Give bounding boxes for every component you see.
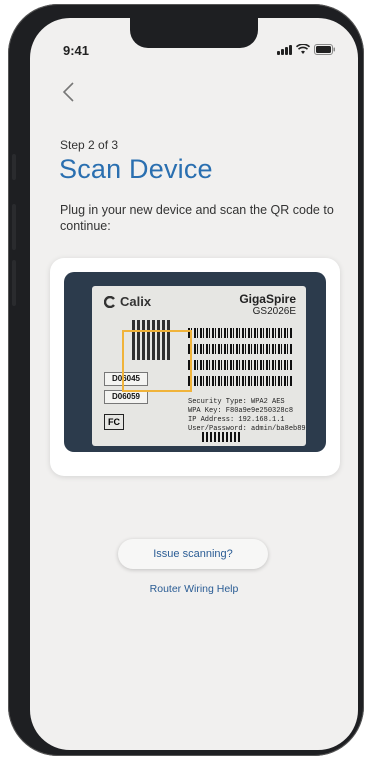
security-line: Security Type: WPA2 AES xyxy=(188,398,285,406)
barcode xyxy=(188,344,292,354)
fcc-logo-icon: FC xyxy=(104,414,124,430)
scanner-card: Calix GigaSpire GS2026E D06045 D06059 Se… xyxy=(50,258,340,476)
device-brand: Calix xyxy=(120,294,152,309)
camera-preview[interactable]: Calix GigaSpire GS2026E D06045 D06059 Se… xyxy=(64,272,326,452)
security-line: WPA Key: F80a9e9e250328c8 xyxy=(188,407,294,415)
mute-switch xyxy=(12,154,16,180)
step-indicator: Step 2 of 3 xyxy=(60,138,119,152)
calix-logo-icon xyxy=(104,296,115,308)
volume-up-button xyxy=(12,204,16,250)
volume-down-button xyxy=(12,260,16,306)
page-title: Scan Device xyxy=(59,154,213,184)
device-model-number: GS2026E xyxy=(252,306,296,317)
security-line: IP Address: 192.168.1.1 xyxy=(188,416,285,424)
barcode xyxy=(202,432,242,442)
issue-scanning-button[interactable]: Issue scanning? xyxy=(118,539,268,569)
barcode xyxy=(188,328,292,338)
device-model: GigaSpire GS2026E xyxy=(239,292,296,317)
barcode xyxy=(188,376,292,386)
notch xyxy=(130,18,258,48)
scan-target-frame xyxy=(122,330,192,392)
phone-frame: 9:41 Step 2 of 3 Scan Device Plug in you… xyxy=(8,4,364,756)
battery-icon xyxy=(314,44,335,55)
signal-icon xyxy=(277,44,292,55)
security-info: Security Type: WPA2 AES WPA Key: F80a9e9… xyxy=(188,398,306,434)
instructions-text: Plug in your new device and scan the QR … xyxy=(60,203,334,233)
back-arrow-icon[interactable] xyxy=(60,80,78,104)
barcode xyxy=(188,360,292,370)
app-screen: 9:41 Step 2 of 3 Scan Device Plug in you… xyxy=(30,18,358,750)
device-code-bottom: D06059 xyxy=(104,390,148,404)
wifi-icon xyxy=(296,44,310,54)
router-wiring-help-link[interactable]: Router Wiring Help xyxy=(30,583,358,595)
status-time: 9:41 xyxy=(63,43,90,58)
device-model-name: GigaSpire xyxy=(239,292,296,306)
status-icons xyxy=(277,44,336,55)
